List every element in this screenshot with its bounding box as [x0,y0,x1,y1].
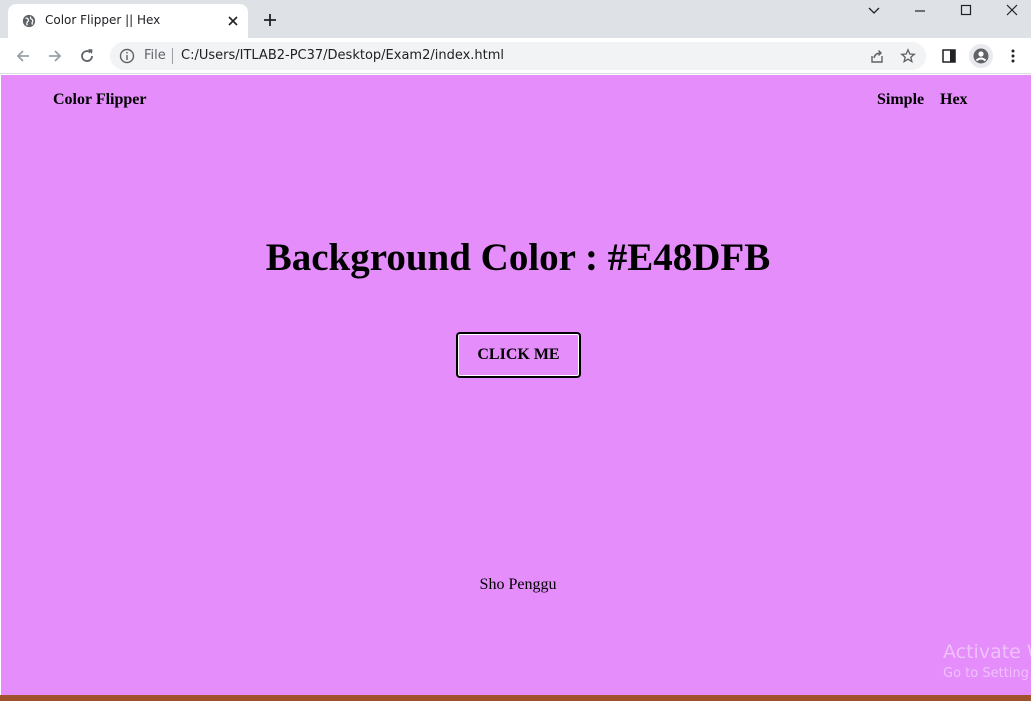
click-me-button[interactable]: CLICK ME [456,332,581,378]
footer-name: Sho Penggu [479,576,557,593]
page-content: Color Flipper Simple Hex Background Colo… [1,75,1031,695]
more-menu-icon[interactable] [1005,48,1021,64]
maximize-icon[interactable] [956,3,976,19]
close-window-icon[interactable] [1002,3,1022,19]
activate-windows-watermark: Activate W Go to Setting [943,641,1031,681]
star-icon[interactable] [900,48,916,64]
chevron-down-icon[interactable] [864,3,884,19]
close-icon[interactable] [226,14,240,28]
nav-link-simple[interactable]: Simple [877,91,924,109]
profile-button[interactable] [969,44,993,68]
settings-line: Go to Setting [943,666,1029,681]
file-label: File [144,48,166,63]
nav-link-hex[interactable]: Hex [940,91,968,109]
browser-toolbar: File C:/Users/ITLAB2-PC37/Desktop/Exam2/… [0,38,1031,74]
divider [172,48,173,64]
profile-icon [973,48,989,64]
info-icon[interactable] [119,48,135,64]
reload-icon[interactable] [78,47,96,65]
address-bar[interactable]: File C:/Users/ITLAB2-PC37/Desktop/Exam2/… [110,42,926,70]
globe-icon [22,14,36,28]
minimize-icon[interactable] [910,3,930,19]
tab-strip: Color Flipper || Hex [0,0,1031,38]
activate-line: Activate W [943,641,1031,663]
plus-icon[interactable] [262,12,278,28]
tab-title: Color Flipper || Hex [45,13,161,27]
forward-arrow-icon[interactable] [46,47,64,65]
side-panel-icon[interactable] [941,48,957,64]
url-text[interactable]: C:/Users/ITLAB2-PC37/Desktop/Exam2/index… [181,48,504,63]
browser-tab[interactable]: Color Flipper || Hex [8,4,248,38]
back-arrow-icon[interactable] [14,47,32,65]
share-icon[interactable] [869,48,885,64]
background-color-heading: Background Color : #E48DFB [265,236,771,279]
browser-window: Color Flipper || Hex File C:/Users/ITLAB… [0,0,1031,695]
brand-title: Color Flipper [53,91,147,108]
